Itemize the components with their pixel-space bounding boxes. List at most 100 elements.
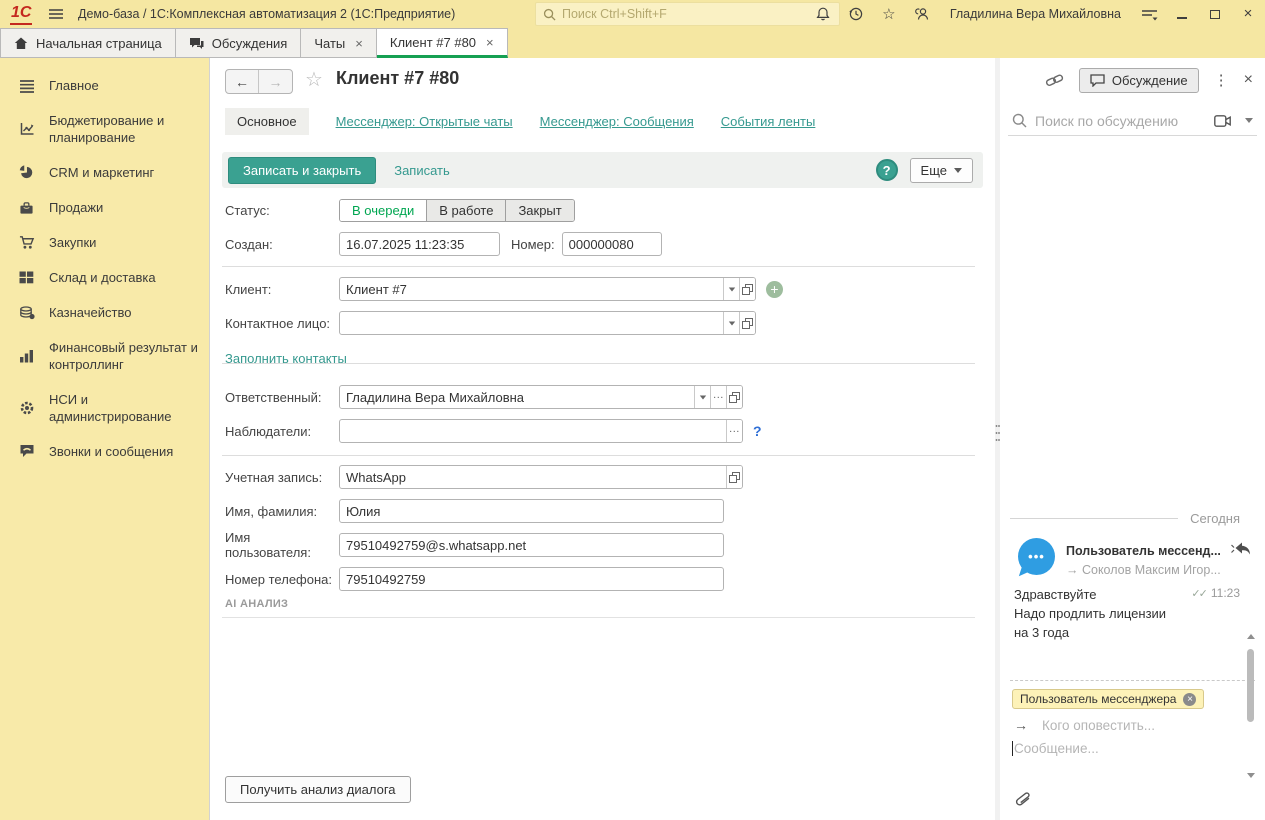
contact-open-icon[interactable] [739, 312, 755, 334]
created-row: Создан: Номер: [225, 232, 662, 256]
phone-input[interactable] [340, 568, 723, 590]
tab-chats[interactable]: Чаты × [301, 28, 377, 58]
reply-scrollbar[interactable] [1246, 634, 1255, 806]
client-row: Клиент: + [225, 277, 783, 301]
responsible-open-icon[interactable] [726, 386, 742, 408]
reply-icon[interactable] [1231, 542, 1251, 557]
1c-logo-icon: 1С [10, 3, 33, 25]
discussion-bubble-icon [1090, 73, 1105, 87]
save-and-close-button[interactable]: Записать и закрыть [228, 156, 377, 184]
number-label: Номер: [511, 236, 555, 252]
watchers-input[interactable] [340, 420, 726, 442]
scroll-down-icon[interactable] [1246, 773, 1255, 778]
sidebar-item-warehouse[interactable]: Склад и доставка [0, 260, 209, 295]
client-open-icon[interactable] [739, 278, 755, 300]
help-icon[interactable]: ? [875, 159, 898, 181]
panel-menu-icon[interactable]: ⋮ [1214, 71, 1229, 89]
form-favorite-star-icon[interactable]: ☆ [305, 67, 323, 92]
status-label: Статус: [225, 202, 270, 218]
discussion-search[interactable]: Поиск по обсуждению [1008, 106, 1257, 136]
formnav-feed-events-link[interactable]: События ленты [721, 114, 816, 129]
responsible-choose-icon[interactable]: ... [710, 386, 726, 408]
message-sender[interactable]: Пользователь мессенд... [1066, 544, 1228, 558]
sidebar-item-administration[interactable]: НСИ и администрирование [0, 382, 209, 434]
username-input[interactable] [340, 534, 723, 556]
person-name-row: Имя, фамилия: [225, 499, 724, 523]
tab-chats-close-icon[interactable]: × [355, 36, 363, 51]
window-close-button[interactable]: × [1239, 4, 1257, 24]
favorites-star-icon[interactable]: ☆ [880, 4, 898, 24]
discussion-panel: Обсуждение ⋮ × Поиск по обсуждению Сегод… [1000, 58, 1265, 820]
get-dialog-analysis-button[interactable]: Получить анализ диалога [225, 776, 411, 803]
responsible-dropdown-icon[interactable] [694, 386, 710, 408]
scrollbar-thumb[interactable] [1247, 649, 1254, 722]
account-open-icon[interactable] [726, 466, 742, 488]
message-input[interactable]: Сообщение... [1012, 741, 1099, 756]
contact-dropdown-icon[interactable] [723, 312, 739, 334]
notify-placeholder: Кого оповестить... [1042, 717, 1156, 733]
client-input[interactable] [340, 278, 723, 300]
status-option-queued[interactable]: В очереди [340, 199, 428, 221]
attach-file-paperclip-icon[interactable] [1014, 791, 1034, 811]
discussion-toggle-button[interactable]: Обсуждение [1078, 67, 1199, 93]
tab-client-close-icon[interactable]: × [486, 35, 494, 50]
sidebar-item-calls-messages[interactable]: Звонки и сообщения [0, 434, 209, 469]
tab-client[interactable]: Клиент #7 #80 × [376, 28, 508, 58]
sidebar-item-treasury[interactable]: Казначейство [0, 295, 209, 330]
minimize-button[interactable] [1173, 4, 1191, 24]
formnav-main[interactable]: Основное [225, 107, 309, 135]
sidebar-item-crm[interactable]: CRM и маркетинг [0, 155, 209, 190]
chat-bubbles-icon [189, 37, 204, 49]
forward-button[interactable]: → [259, 70, 292, 93]
add-client-plus-icon[interactable]: + [766, 280, 783, 298]
status-toggle: В очереди В работе Закрыт [339, 198, 575, 222]
tab-chats-label: Чаты [314, 35, 346, 51]
responsible-input[interactable] [340, 386, 694, 408]
service-menu-icon[interactable] [1140, 4, 1158, 24]
formnav-open-chats-link[interactable]: Мессенджер: Открытые чаты [336, 114, 513, 129]
sidebar-item-purchases[interactable]: Закупки [0, 225, 209, 260]
sender-avatar[interactable]: ••• [1018, 538, 1055, 575]
global-search-input[interactable]: Поиск Ctrl+Shift+F [535, 2, 840, 26]
sidebar-item-main[interactable]: Главное [0, 68, 209, 103]
sidebar-item-financial-result[interactable]: Финансовый результат и контроллинг [0, 330, 209, 382]
notify-field[interactable]: → Кого оповестить... [1014, 717, 1155, 733]
watchers-choose-icon[interactable]: ... [726, 420, 742, 442]
separator [222, 363, 975, 364]
status-option-closed[interactable]: Закрыт [506, 199, 574, 221]
main-menu-icon[interactable] [48, 7, 64, 21]
tab-home[interactable]: Начальная страница [0, 28, 176, 58]
recipient-tag[interactable]: Пользователь мессенджера × [1012, 689, 1205, 709]
person-name-input[interactable] [340, 500, 723, 522]
notifications-bell-icon[interactable] [814, 4, 832, 24]
maximize-button[interactable] [1206, 4, 1224, 24]
created-input[interactable] [340, 233, 499, 255]
separator [222, 617, 975, 618]
number-input[interactable] [562, 233, 661, 255]
watchers-help-icon[interactable]: ? [753, 423, 762, 439]
discussion-header: Обсуждение ⋮ × [1000, 66, 1253, 94]
sidebar-item-sales[interactable]: Продажи [0, 190, 209, 225]
tag-remove-icon[interactable]: × [1183, 692, 1197, 706]
reply-area: Пользователь мессенджера × → Кого оповес… [1010, 680, 1255, 756]
users-icon[interactable] [913, 4, 931, 24]
sidebar-item-budgeting[interactable]: Бюджетирование и планирование [0, 103, 209, 155]
tab-discussions[interactable]: Обсуждения [175, 28, 302, 58]
history-icon[interactable] [847, 4, 865, 24]
formnav-messages-link[interactable]: Мессенджер: Сообщения [540, 114, 694, 129]
chevron-down-icon[interactable] [1245, 118, 1253, 123]
ai-analysis-section-title: AI АНАЛИЗ [225, 598, 289, 610]
current-user-name[interactable]: Гладилина Вера Михайловна [950, 7, 1121, 21]
panel-close-icon[interactable]: × [1244, 71, 1253, 89]
client-dropdown-icon[interactable] [723, 278, 739, 300]
username-field [339, 533, 724, 557]
attach-link-icon[interactable] [1045, 72, 1064, 89]
account-input[interactable] [340, 466, 726, 488]
scroll-up-icon[interactable] [1246, 634, 1255, 639]
video-call-icon[interactable] [1214, 114, 1231, 127]
contact-input[interactable] [340, 312, 723, 334]
save-button[interactable]: Записать [394, 163, 450, 178]
status-option-in-progress[interactable]: В работе [427, 199, 507, 221]
back-button[interactable]: ← [226, 70, 259, 93]
more-button[interactable]: Еще [909, 157, 973, 183]
